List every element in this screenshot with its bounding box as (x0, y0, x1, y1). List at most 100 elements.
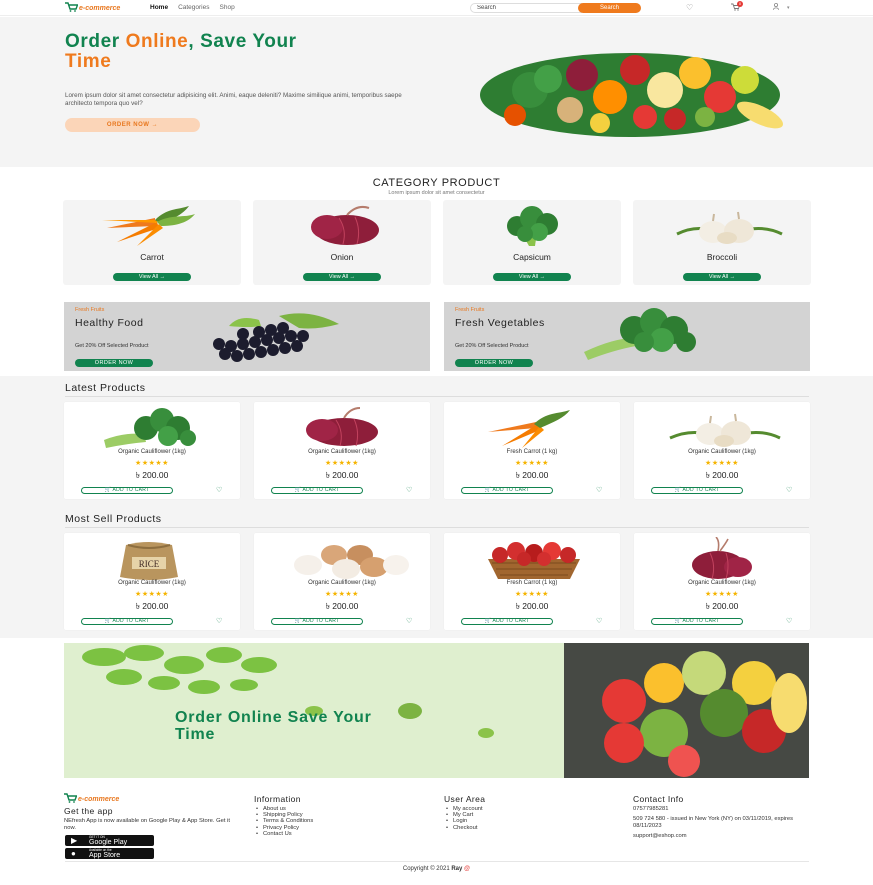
add-to-cart-label: ADD TO CART (112, 487, 150, 493)
add-to-cart-button[interactable]: 🛒 ADD TO CART (651, 618, 743, 625)
nav-link-home[interactable]: Home (150, 4, 168, 11)
category-card-carrot[interactable]: Carrot View All → (63, 200, 241, 285)
wishlist-heart-icon[interactable]: ♡ (786, 618, 792, 625)
add-to-cart-label: ADD TO CART (682, 618, 720, 624)
onion-icon (311, 205, 379, 245)
hero-title-part1: Order (65, 31, 126, 52)
garlic-icon (676, 211, 783, 244)
search-input[interactable] (470, 3, 582, 13)
wishlist-heart-icon[interactable]: ♡ (686, 3, 693, 13)
product-price: ৳ 200.00 (705, 601, 739, 611)
product-card[interactable]: Organic Cauliflower (1kg) ★★★★★ ৳ 200.00… (254, 402, 430, 499)
grapes-icon (213, 313, 339, 362)
order-now-button[interactable]: ORDER NOW → (65, 118, 200, 132)
category-name: Capsicum (513, 252, 551, 262)
product-price: ৳ 200.00 (135, 601, 169, 611)
product-name: Organic Cauliflower (1kg) (688, 580, 756, 586)
add-to-cart-label: ADD TO CART (492, 487, 530, 493)
product-price: ৳ 200.00 (515, 601, 549, 611)
apple-basket-icon (488, 542, 580, 579)
view-all-button[interactable]: View All → (683, 273, 761, 281)
footer-heading: Information (254, 794, 301, 804)
product-name: Fresh Carrot (1 kg) (506, 449, 558, 455)
add-to-cart-button[interactable]: 🛒 ADD TO CART (461, 487, 553, 494)
google-play-big-text: Google Play (89, 838, 128, 846)
contact-phone[interactable]: 07577985281 (633, 806, 809, 813)
rating-stars: ★★★★★ (135, 591, 169, 598)
most-sell-products-heading: Most Sell Products (65, 513, 162, 525)
promo-description: Get 20% Off Selected Product (75, 343, 149, 349)
rating-stars: ★★★★★ (705, 591, 739, 598)
promo-title: Fresh Vegetables (455, 317, 545, 329)
nav-link-shop[interactable]: Shop (220, 4, 235, 11)
google-play-badge[interactable]: ▶ GET IT ON Google Play (65, 835, 154, 846)
wishlist-heart-icon[interactable]: ♡ (406, 618, 412, 625)
copyright-prefix: Copyright © 2021 (402, 866, 450, 872)
add-to-cart-button[interactable]: 🛒 ADD TO CART (271, 618, 363, 625)
view-all-button[interactable]: View All → (493, 273, 571, 281)
user-icon[interactable] (773, 2, 779, 13)
main-nav: Home Categories Shop (150, 4, 235, 11)
product-card[interactable]: Fresh Carrot (1 kg) ★★★★★ ৳ 200.00 🛒 ADD… (444, 402, 620, 499)
promo-order-now-button[interactable]: ORDER NOW (75, 359, 153, 367)
add-to-cart-button[interactable]: 🛒 ADD TO CART (651, 487, 743, 494)
brand-name: e-commerce (79, 5, 121, 12)
category-card-capsicum[interactable]: Capsicum View All → (443, 200, 621, 285)
footer-link-contact[interactable]: Contact Us (254, 831, 313, 837)
promo-order-now-button[interactable]: ORDER NOW (455, 359, 533, 367)
category-section-subtitle: Lorem ipsum dolor sit amet consectetur (388, 190, 485, 196)
top-navbar: e-commerce Home Categories Shop Search ♡… (0, 0, 873, 16)
footer-brand-logo[interactable]: e-commerce (64, 793, 239, 803)
divider (65, 527, 809, 528)
product-card[interactable]: Organic Cauliflower (1kg) ★★★★★ ৳ 200.00… (634, 402, 810, 499)
search-button[interactable]: Search (578, 3, 641, 13)
app-promo-banner[interactable]: Order Online Save Your Time (64, 643, 809, 778)
category-card-broccoli[interactable]: Broccoli View All → (633, 200, 811, 285)
product-card[interactable]: Organic Cauliflower (1kg) ★★★★★ ৳ 200.00… (634, 533, 810, 630)
footer-heading: User Area (444, 794, 486, 804)
wishlist-heart-icon[interactable]: ♡ (786, 487, 792, 494)
add-to-cart-label: ADD TO CART (682, 487, 720, 493)
app-store-badge[interactable]: ● Available on the App Store (65, 848, 154, 859)
product-card[interactable]: Organic Cauliflower (1kg) ★★★★★ ৳ 200.00… (254, 533, 430, 630)
promo-tag: Fresh Fruits (75, 307, 105, 313)
contact-email[interactable]: support@eshop.com (633, 833, 809, 840)
divider (65, 396, 809, 397)
product-card[interactable]: Fresh Carrot (1 kg) ★★★★★ ৳ 200.00 🛒 ADD… (444, 533, 620, 630)
add-to-cart-button[interactable]: 🛒 ADD TO CART (461, 618, 553, 625)
vegetables-hero-image (480, 53, 783, 137)
promo-banner-healthy-food[interactable]: Fresh Fruits Healthy Food Get 20% Off Se… (64, 302, 430, 371)
wishlist-heart-icon[interactable]: ♡ (596, 487, 602, 494)
add-to-cart-label: ADD TO CART (302, 487, 340, 493)
footer-information: Information About us Shipping Policy Ter… (254, 794, 313, 837)
svg-text:RICE: RICE (139, 559, 160, 569)
add-to-cart-button[interactable]: 🛒 ADD TO CART (81, 618, 173, 625)
product-card[interactable]: Organic Cauliflower (1kg) ★★★★★ ৳ 200.00… (64, 402, 240, 499)
wishlist-heart-icon[interactable]: ♡ (596, 618, 602, 625)
wishlist-heart-icon[interactable]: ♡ (406, 487, 412, 494)
footer-link-checkout[interactable]: Checkout (444, 825, 485, 831)
broccoli-icon (584, 308, 696, 360)
category-card-onion[interactable]: Onion View All → (253, 200, 431, 285)
nav-link-categories[interactable]: Categories (178, 4, 209, 11)
product-card[interactable]: RICE Organic Cauliflower (1kg) ★★★★★ ৳ 2… (64, 533, 240, 630)
copyright-text: Copyright © 2021 Ray @ (0, 866, 873, 872)
view-all-button[interactable]: View All → (113, 273, 191, 281)
google-play-icon: ▶ (71, 836, 78, 845)
footer-user-area: User Area My account My Cart Login Check… (444, 794, 485, 831)
latest-products-heading: Latest Products (65, 382, 146, 394)
brand-logo[interactable]: e-commerce (65, 2, 120, 12)
chevron-down-icon[interactable]: ▾ (787, 3, 790, 13)
hero-description: Lorem ipsum dolor sit amet consectetur a… (65, 92, 402, 107)
broccoli-icon (104, 408, 196, 448)
copyright-mark: @ (464, 866, 471, 872)
hero-title: Order Online, Save Your Time (65, 32, 425, 72)
product-price: ৳ 200.00 (135, 470, 169, 480)
add-to-cart-button[interactable]: 🛒 ADD TO CART (271, 487, 363, 494)
wishlist-heart-icon[interactable]: ♡ (216, 618, 222, 625)
wishlist-heart-icon[interactable]: ♡ (216, 487, 222, 494)
view-all-button[interactable]: View All → (303, 273, 381, 281)
cart-icon[interactable]: 0 (731, 1, 743, 14)
add-to-cart-button[interactable]: 🛒 ADD TO CART (81, 487, 173, 494)
promo-banner-fresh-vegetables[interactable]: Fresh Fruits Fresh Vegetables Get 20% Of… (444, 302, 810, 371)
